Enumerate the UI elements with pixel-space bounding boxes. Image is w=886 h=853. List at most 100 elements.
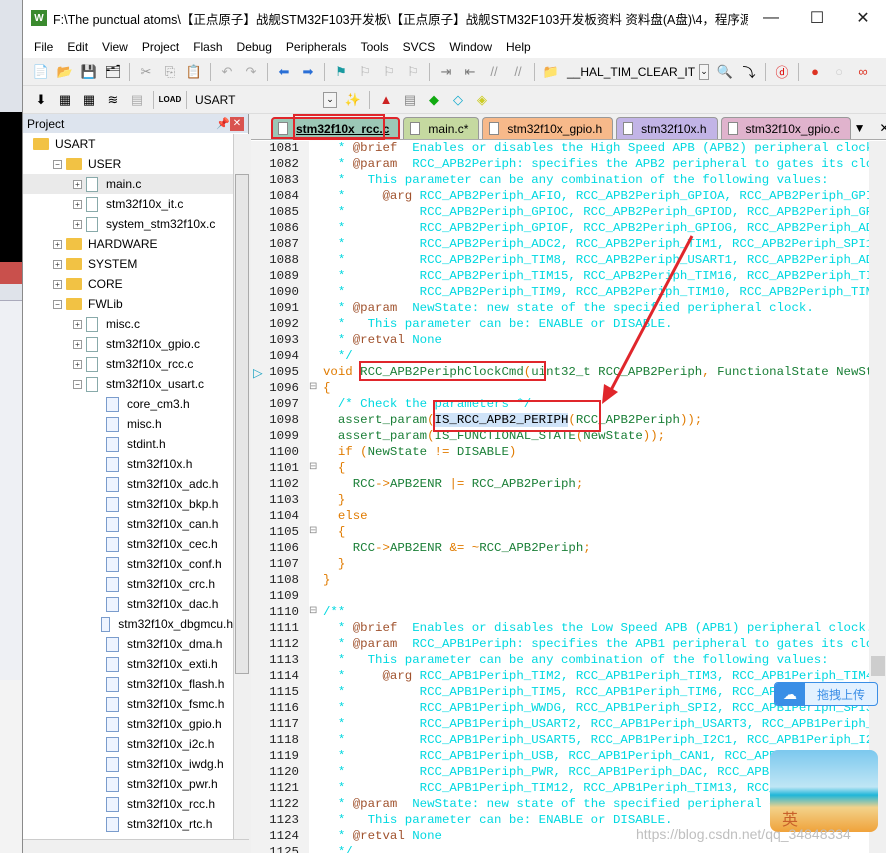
tree-item[interactable]: stm32f10x_exti.h xyxy=(23,654,233,674)
tree-item[interactable]: USART xyxy=(23,134,233,154)
debug-session-icon[interactable]: ⓓ xyxy=(772,63,792,81)
translate-icon[interactable]: ⬇ xyxy=(31,91,51,109)
select-packs-icon[interactable]: ▤ xyxy=(400,91,420,109)
maximize-button[interactable]: ☐ xyxy=(794,8,840,28)
target-combo[interactable]: USART ⌄ xyxy=(191,91,341,108)
menu-debug[interactable]: Debug xyxy=(230,40,279,54)
comment-icon[interactable]: // xyxy=(484,63,504,81)
expand-icon[interactable]: + xyxy=(73,199,82,209)
close-button[interactable]: ✕ xyxy=(840,8,886,28)
redo-icon[interactable]: ↷ xyxy=(241,63,261,81)
tree-item[interactable]: stm32f10x_gpio.h xyxy=(23,714,233,734)
project-vertical-scrollbar[interactable] xyxy=(233,134,249,839)
cut-icon[interactable]: ✂ xyxy=(136,63,156,81)
fold-icon[interactable]: ⊟ xyxy=(309,605,323,621)
expand-icon[interactable]: + xyxy=(73,179,82,189)
fold-icon[interactable]: ⊟ xyxy=(309,381,323,397)
expand-icon[interactable]: + xyxy=(73,359,82,369)
tree-item[interactable]: stm32f10x_conf.h xyxy=(23,554,233,574)
tree-item[interactable]: misc.h xyxy=(23,414,233,434)
indent-icon[interactable]: ⇥ xyxy=(436,63,456,81)
close-tab-icon[interactable]: ✕ xyxy=(879,121,886,135)
minimize-button[interactable]: — xyxy=(748,9,794,27)
tree-item[interactable]: stm32f10x_flash.h xyxy=(23,674,233,694)
batch-build-icon[interactable]: ≋ xyxy=(103,91,123,109)
build-icon[interactable]: ▦ xyxy=(55,91,75,109)
clear-bookmarks-icon[interactable]: ⚐ xyxy=(403,63,423,81)
project-horizontal-scrollbar[interactable] xyxy=(23,839,249,853)
breakpoint-icon[interactable]: ● xyxy=(805,63,825,81)
tree-item[interactable]: − USER xyxy=(23,154,233,174)
tree-item[interactable]: stm32f10x_bkp.h xyxy=(23,494,233,514)
collapse-icon[interactable]: − xyxy=(73,379,82,389)
pin-icon[interactable]: 📌 xyxy=(216,117,230,130)
tree-item[interactable]: + main.c xyxy=(23,174,233,194)
ime-skin-widget[interactable]: 英 xyxy=(770,750,878,832)
load-icon[interactable]: LOAD xyxy=(159,91,182,109)
expand-icon[interactable]: + xyxy=(53,259,62,269)
menu-window[interactable]: Window xyxy=(442,40,499,54)
close-panel-icon[interactable]: ✕ xyxy=(230,116,244,131)
dependencies-icon[interactable]: ◈ xyxy=(472,91,492,109)
menu-help[interactable]: Help xyxy=(499,40,538,54)
chevron-down-icon[interactable]: ⌄ xyxy=(323,91,337,108)
manage-components-icon[interactable]: ▲ xyxy=(376,91,396,109)
tree-item[interactable]: stm32f10x.h xyxy=(23,454,233,474)
incremental-find-icon[interactable]: ⤵ xyxy=(739,63,759,81)
open-file-icon[interactable]: 📂 xyxy=(55,63,75,81)
tab-file[interactable]: stm32f10x_rcc.c xyxy=(271,117,401,139)
find-in-files-icon[interactable]: 📁 xyxy=(541,63,561,81)
pack-installer-icon[interactable]: ◇ xyxy=(448,91,468,109)
next-bookmark-icon[interactable]: ⚐ xyxy=(379,63,399,81)
unindent-icon[interactable]: ⇤ xyxy=(460,63,480,81)
collapse-icon[interactable]: − xyxy=(53,159,62,169)
tab-file[interactable]: stm32f10x_gpio.c xyxy=(720,117,851,139)
tree-item[interactable]: + misc.c xyxy=(23,314,233,334)
copy-icon[interactable]: ⎘ xyxy=(160,63,180,81)
menu-view[interactable]: View xyxy=(95,40,135,54)
navigate-forward-icon[interactable]: ➡ xyxy=(298,63,318,81)
tree-item[interactable]: + stm32f10x_gpio.c xyxy=(23,334,233,354)
menu-edit[interactable]: Edit xyxy=(60,40,95,54)
navigate-back-icon[interactable]: ⬅ xyxy=(274,63,294,81)
tree-item[interactable]: stm32f10x_rcc.h xyxy=(23,794,233,814)
tree-item[interactable]: stm32f10x_iwdg.h xyxy=(23,754,233,774)
find-icon[interactable]: 🔍 xyxy=(715,63,735,81)
tree-item[interactable]: core_cm3.h xyxy=(23,394,233,414)
tree-item[interactable]: stm32f10x_rtc.h xyxy=(23,814,233,834)
undo-icon[interactable]: ↶ xyxy=(217,63,237,81)
chevron-down-icon[interactable]: ⌄ xyxy=(699,63,709,80)
expand-icon[interactable]: + xyxy=(73,219,82,229)
save-all-icon[interactable]: 🗂 xyxy=(103,63,123,81)
expand-icon[interactable]: + xyxy=(53,239,62,249)
tree-item[interactable]: stm32f10x_crc.h xyxy=(23,574,233,594)
options-for-target-icon[interactable]: ✨ xyxy=(343,91,363,109)
menu-peripherals[interactable]: Peripherals xyxy=(279,40,354,54)
tree-item[interactable]: + system_stm32f10x.c xyxy=(23,214,233,234)
tree-item[interactable]: stm32f10x_adc.h xyxy=(23,474,233,494)
stop-build-icon[interactable]: ▤ xyxy=(127,91,147,109)
rebuild-icon[interactable]: ▦ xyxy=(79,91,99,109)
editor-vertical-scrollbar[interactable] xyxy=(869,141,886,853)
disable-breakpoint-icon[interactable]: ○ xyxy=(829,63,849,81)
tab-file[interactable]: main.c* xyxy=(403,117,480,139)
menu-file[interactable]: File xyxy=(27,40,60,54)
expand-icon[interactable]: + xyxy=(53,279,62,289)
tree-item[interactable]: + SYSTEM xyxy=(23,254,233,274)
tab-file[interactable]: stm32f10x.h xyxy=(616,117,718,139)
manage-rte-icon[interactable]: ◆ xyxy=(424,91,444,109)
menu-tools[interactable]: Tools xyxy=(354,40,396,54)
tree-item[interactable]: + stm32f10x_rcc.c xyxy=(23,354,233,374)
tree-item[interactable]: + stm32f10x_it.c xyxy=(23,194,233,214)
tree-item[interactable]: stm32f10x_dma.h xyxy=(23,634,233,654)
tree-item[interactable]: stm32f10x_can.h xyxy=(23,514,233,534)
kill-breakpoints-icon[interactable]: ∞ xyxy=(853,63,873,81)
save-icon[interactable]: 💾 xyxy=(79,63,99,81)
tree-item[interactable]: stm32f10x_i2c.h xyxy=(23,734,233,754)
code-area[interactable]: 1081 * @brief Enables or disables the Hi… xyxy=(251,141,869,853)
menu-svcs[interactable]: SVCS xyxy=(396,40,443,54)
collapse-icon[interactable]: − xyxy=(53,299,62,309)
tree-item[interactable]: + HARDWARE xyxy=(23,234,233,254)
fold-icon[interactable]: ⊟ xyxy=(309,461,323,477)
upload-widget[interactable]: ☁ 拖拽上传 xyxy=(774,682,878,706)
